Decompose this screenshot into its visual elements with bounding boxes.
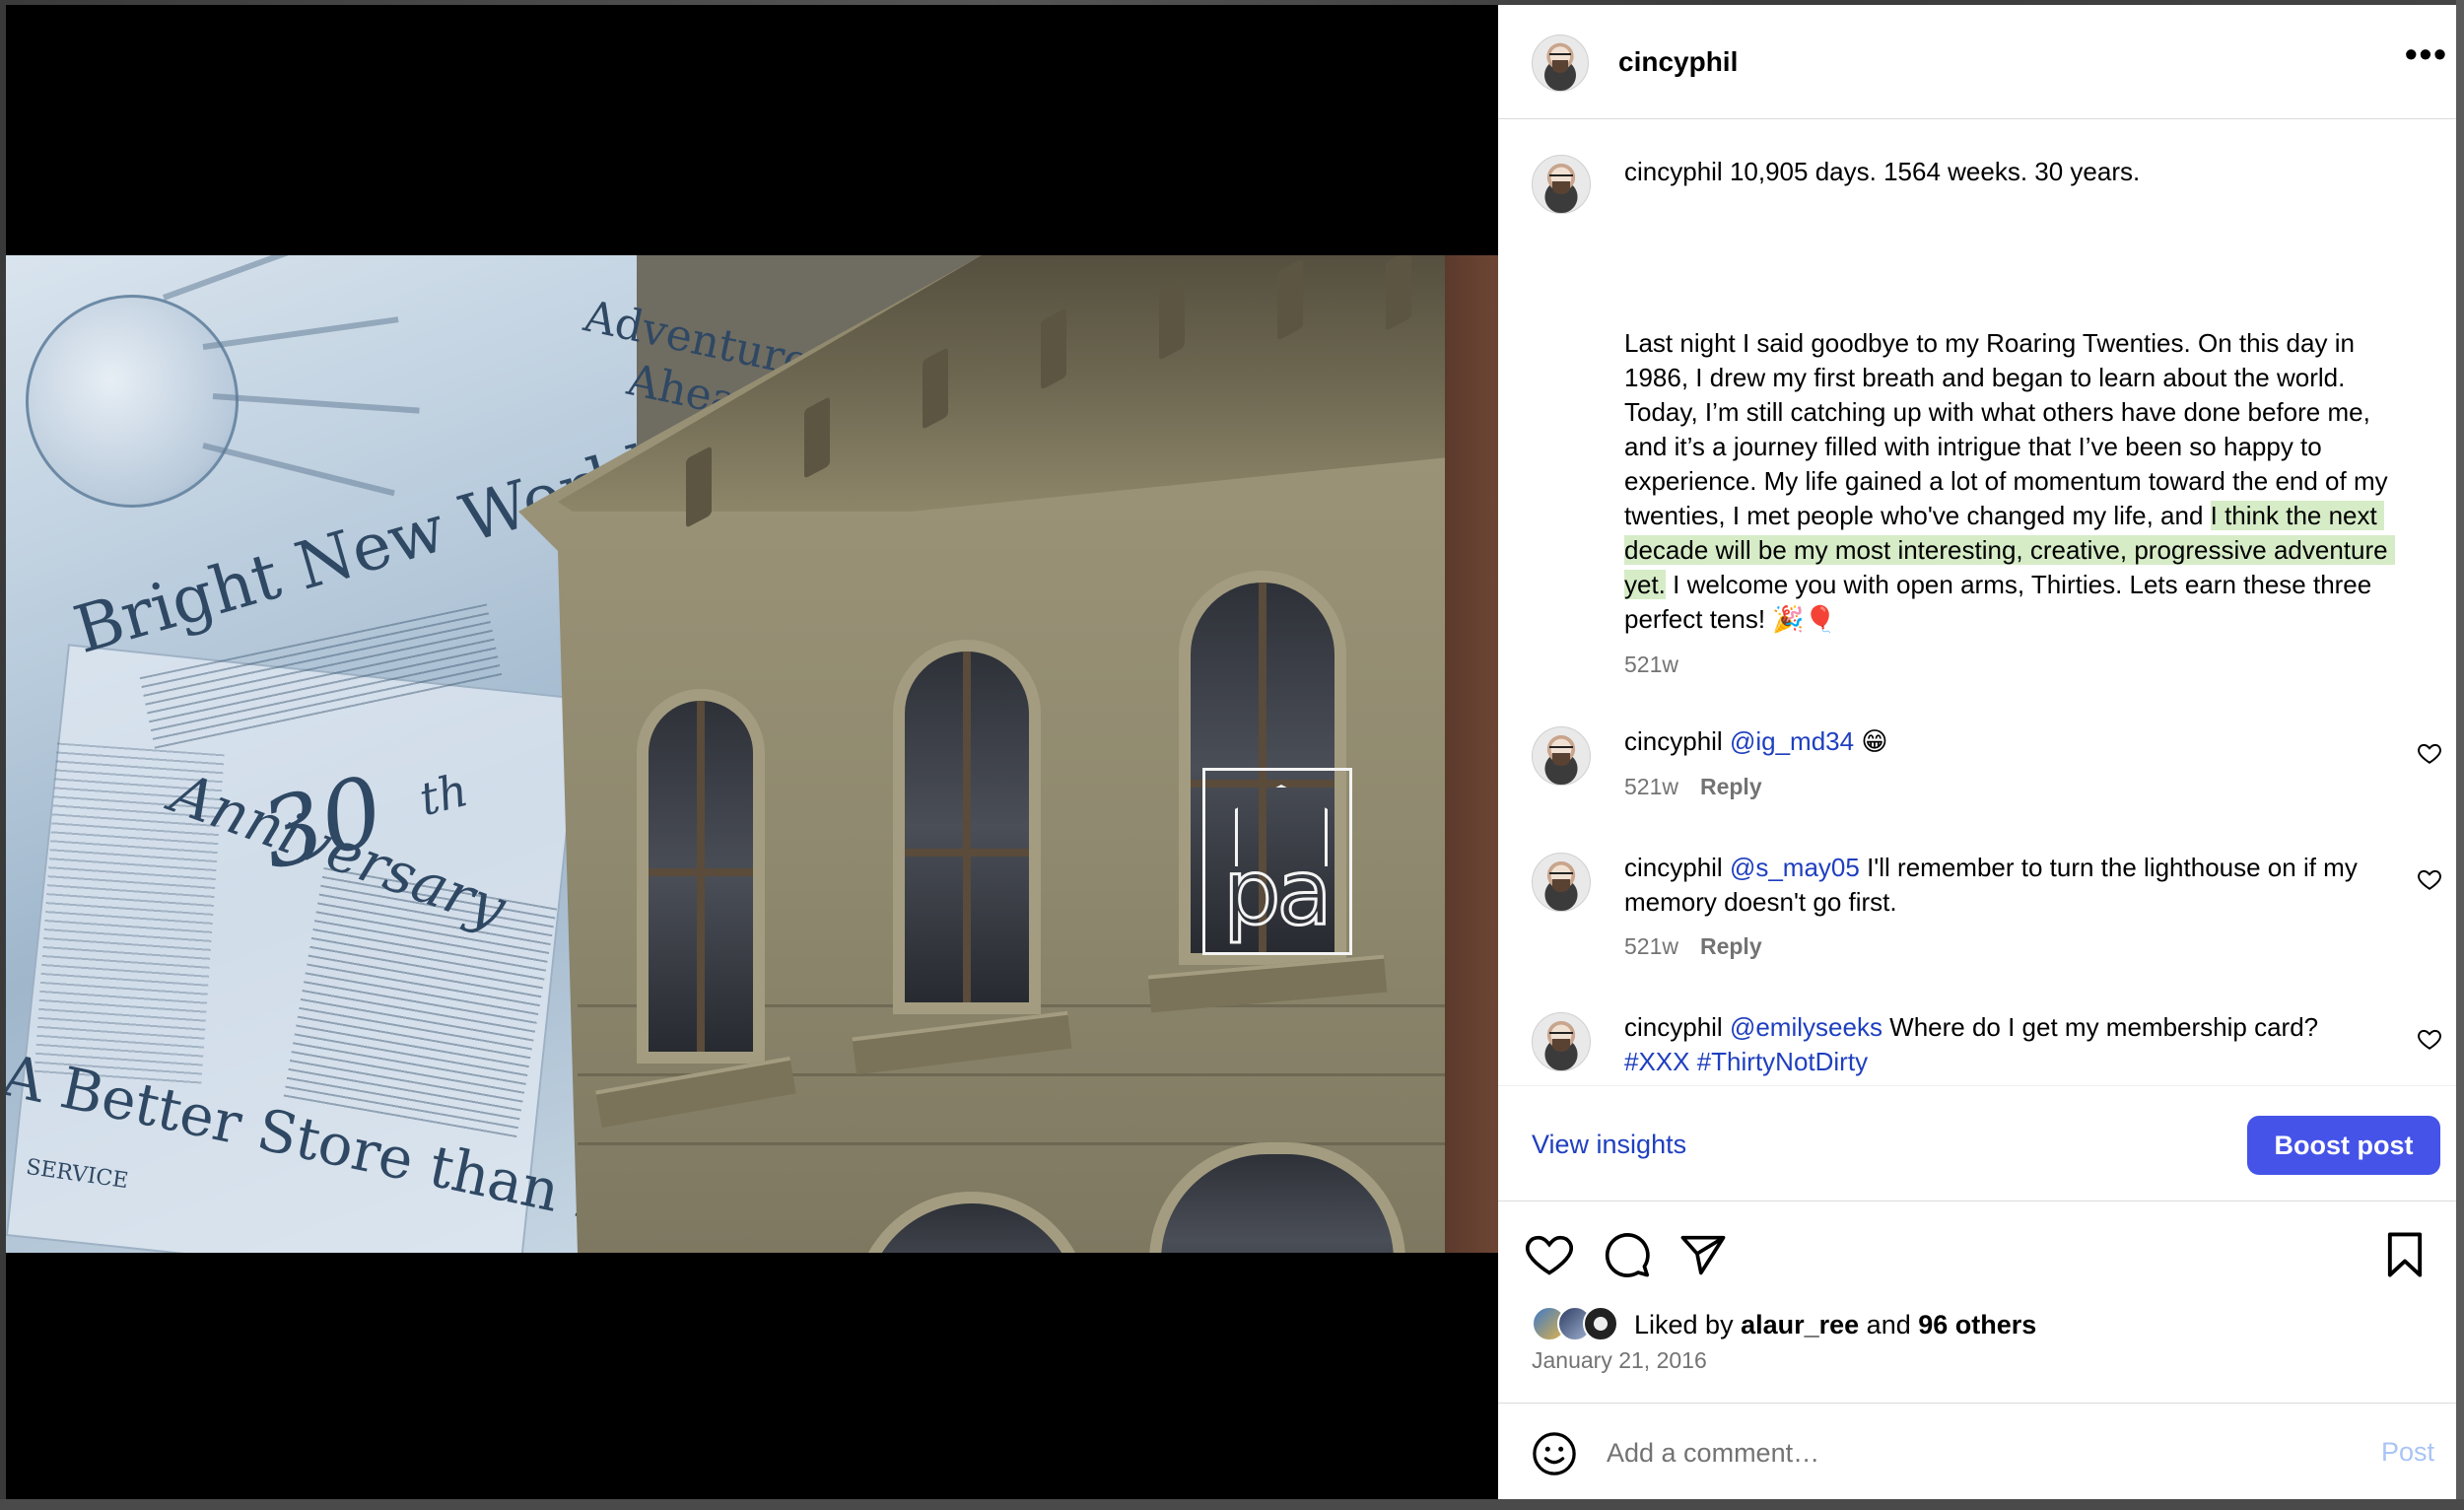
comment-mention[interactable]: @emilyseeks xyxy=(1730,1012,1882,1042)
ray-line xyxy=(202,443,395,497)
insights-bar: View insights Boost post xyxy=(1498,1085,2456,1201)
comments-list[interactable]: cincyphil 10,905 days. 1564 weeks. 30 ye… xyxy=(1498,119,2456,1089)
comment-like-icon[interactable] xyxy=(2417,866,2442,892)
comment-like-icon[interactable] xyxy=(2417,740,2442,766)
arched-window xyxy=(893,640,1041,1014)
globe-illustration xyxy=(26,295,239,508)
likes-prefix: Liked by xyxy=(1634,1310,1742,1339)
comment-text: cincyphil @emilyseeks Where do I get my … xyxy=(1624,1010,2395,1079)
reply-button[interactable]: Reply xyxy=(1700,774,1762,799)
view-insights-link[interactable]: View insights xyxy=(1532,1130,1686,1160)
ray-line xyxy=(162,255,332,301)
arched-window xyxy=(637,689,765,1064)
backdrop-edge xyxy=(2456,0,2464,1510)
neon-sign: pa xyxy=(1202,768,1352,955)
caption-paragraph: Last night I said goodbye to my Roaring … xyxy=(1624,326,2395,637)
cornice-bracket xyxy=(1159,278,1185,361)
add-comment-bar: Post xyxy=(1498,1403,2456,1499)
comment-meta: 521w Reply xyxy=(1624,933,1762,960)
comment-item: cincyphil @emilyseeks Where do I get my … xyxy=(1498,1012,2456,1089)
like-heart-icon[interactable] xyxy=(1524,1229,1575,1280)
liker-avatar xyxy=(1583,1306,1618,1341)
post-modal: Adventure Ahead Bright New World 30 th A… xyxy=(6,5,2456,1499)
commenter-avatar[interactable] xyxy=(1532,726,1591,786)
caption-username[interactable]: cincyphil xyxy=(1624,157,1723,186)
more-options-icon[interactable]: ••• xyxy=(2405,36,2450,82)
author-avatar[interactable] xyxy=(1532,34,1589,92)
comment-input[interactable] xyxy=(1605,1427,2318,1478)
reply-button[interactable]: Reply xyxy=(1700,933,1762,959)
comment-message: 😁 xyxy=(1854,726,1888,756)
comment-text: cincyphil @ig_md34 😁 xyxy=(1624,724,2395,759)
post-photo[interactable]: Adventure Ahead Bright New World 30 th A… xyxy=(6,255,1498,1253)
comment-username[interactable]: cincyphil xyxy=(1624,853,1723,882)
caption-body-end: I welcome you with open arms, Thirties. … xyxy=(1624,570,2379,634)
comment-hashtags[interactable]: #XXX #ThirtyNotDirty xyxy=(1624,1047,1868,1076)
author-username[interactable]: cincyphil xyxy=(1618,46,1738,78)
comment-bubble-icon[interactable] xyxy=(1601,1229,1652,1280)
post-media[interactable]: Adventure Ahead Bright New World 30 th A… xyxy=(6,5,1498,1499)
caption-item: cincyphil 10,905 days. 1564 weeks. 30 ye… xyxy=(1498,155,2456,707)
liker-avatars[interactable] xyxy=(1532,1304,1626,1343)
newspaper-collage: Adventure Ahead Bright New World 30 th A… xyxy=(6,255,814,1253)
comment-age[interactable]: 521w xyxy=(1624,933,1678,959)
cornice-bracket xyxy=(1041,308,1066,390)
backdrop-edge-bottom xyxy=(0,1499,2464,1510)
comment-meta: 521w Reply xyxy=(1624,774,1762,800)
likes-joiner: and xyxy=(1859,1310,1919,1339)
ray-line xyxy=(212,393,420,414)
author-avatar[interactable] xyxy=(1532,155,1591,214)
cornice-bracket xyxy=(686,446,712,528)
comment-username[interactable]: cincyphil xyxy=(1624,1012,1723,1042)
cornice-bracket xyxy=(923,347,948,430)
cornice-bracket xyxy=(1277,258,1303,341)
share-plane-icon[interactable] xyxy=(1677,1229,1729,1280)
ray-line xyxy=(202,316,399,350)
comment-text: cincyphil @s_may05 I'll remember to turn… xyxy=(1624,851,2395,920)
liker-username[interactable]: alaur_ree xyxy=(1741,1310,1859,1339)
likes-text: Liked by alaur_ree and 96 others xyxy=(1634,1310,2036,1340)
likes-others-link[interactable]: 96 others xyxy=(1918,1310,2036,1339)
commenter-avatar[interactable] xyxy=(1532,1012,1591,1071)
emoji-icon[interactable] xyxy=(1532,1431,1577,1476)
save-bookmark-icon[interactable] xyxy=(2379,1229,2430,1280)
comment-item: cincyphil @s_may05 I'll remember to turn… xyxy=(1498,853,2456,991)
caption-first-line: 10,905 days. 1564 weeks. 30 years. xyxy=(1729,157,2141,186)
cornice-bracket xyxy=(804,396,830,479)
caption-age[interactable]: 521w xyxy=(1624,652,1678,678)
comment-mention[interactable]: @s_may05 xyxy=(1730,853,1860,882)
post-date[interactable]: January 21, 2016 xyxy=(1532,1347,1707,1374)
comment-username[interactable]: cincyphil xyxy=(1624,726,1723,756)
comment-like-icon[interactable] xyxy=(2417,1026,2442,1052)
brick-wall xyxy=(1445,255,1498,1253)
post-actions xyxy=(1498,1201,2456,1290)
boost-post-button[interactable]: Boost post xyxy=(2247,1116,2440,1175)
comment-mention[interactable]: @ig_md34 xyxy=(1730,726,1854,756)
commenter-avatar[interactable] xyxy=(1532,853,1591,912)
post-comment-button[interactable]: Post xyxy=(2381,1437,2434,1468)
comment-age[interactable]: 521w xyxy=(1624,774,1678,799)
neon-sign-text: pa xyxy=(1222,839,1335,947)
comment-message: Where do I get my membership card? xyxy=(1882,1012,2319,1042)
comment-item: cincyphil @ig_md34 😁 521w Reply xyxy=(1498,726,2456,825)
post-header: cincyphil ••• xyxy=(1498,5,2456,119)
caption-text: cincyphil 10,905 days. 1564 weeks. 30 ye… xyxy=(1624,155,2395,189)
post-side-panel: cincyphil ••• cincyphil 10,905 days. 156… xyxy=(1498,5,2456,1499)
